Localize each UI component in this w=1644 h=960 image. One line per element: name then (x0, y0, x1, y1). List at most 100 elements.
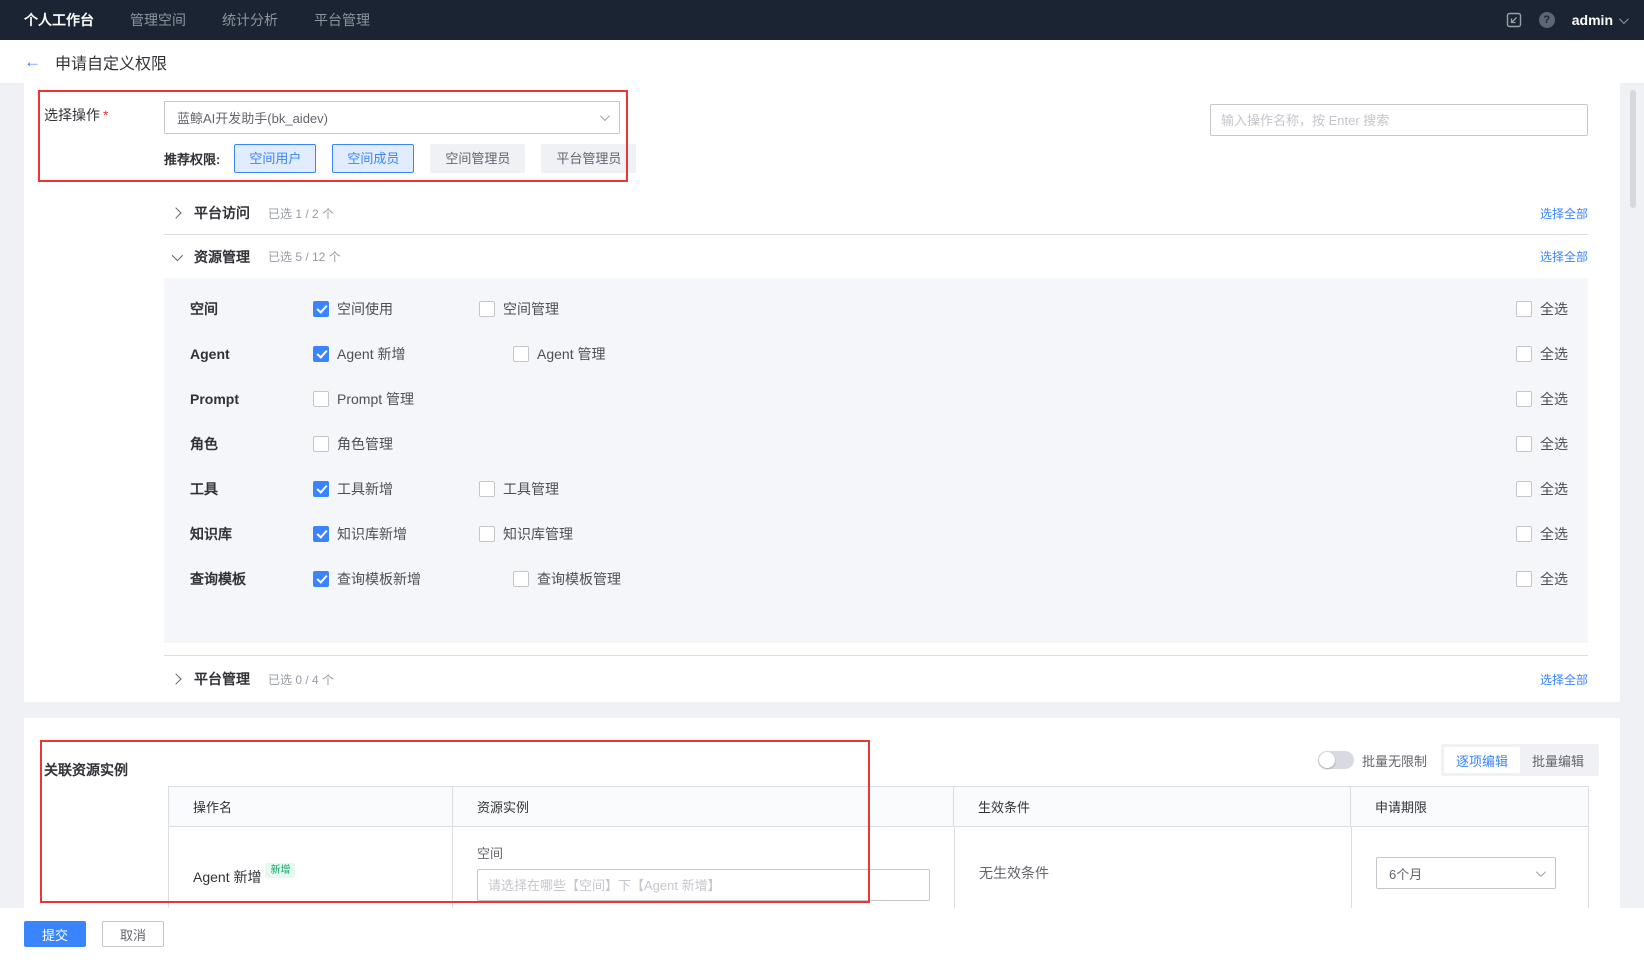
select-all-link[interactable]: 选择全部 (1540, 671, 1588, 688)
permission-row-label: 角色 (190, 435, 218, 452)
permission-option: 知识库管理 (479, 524, 645, 544)
action-search (1210, 104, 1588, 136)
select-all-link[interactable]: 选择全部 (1540, 205, 1588, 222)
resource-table-header: 操作名 资源实例 生效条件 申请期限 (169, 787, 1588, 827)
resource-section-title: 关联资源实例 (44, 762, 128, 778)
checkbox-icon[interactable] (479, 300, 495, 317)
checkbox-icon[interactable] (1516, 570, 1532, 587)
checkbox-checked-icon[interactable] (313, 570, 329, 587)
select-all-label: 全选 (1540, 480, 1568, 497)
workbench-icon[interactable] (1506, 12, 1522, 28)
checkbox-icon[interactable] (313, 435, 329, 452)
group-name: 平台管理 (194, 671, 250, 687)
checkbox-icon[interactable] (1516, 300, 1532, 317)
back-arrow-icon[interactable]: ← (24, 53, 41, 70)
checkbox-icon[interactable] (1516, 480, 1532, 497)
permission-option-label: Agent 管理 (537, 345, 606, 362)
row-select-all: 全选 (1516, 299, 1568, 319)
action-select-dropdown[interactable]: 蓝鲸AI开发助手(bk_aidev) (164, 101, 620, 134)
permission-option-label: 知识库新增 (337, 525, 407, 542)
checkbox-checked-icon[interactable] (313, 300, 329, 317)
toggle-knob (1319, 752, 1335, 768)
recommend-tag-空间用户[interactable]: 空间用户 (234, 144, 317, 173)
nav-item-个人工作台[interactable]: 个人工作台 (24, 10, 94, 30)
permission-option-label: Agent 新增 (337, 345, 406, 362)
group-row-平台管理[interactable]: 平台管理 已选 0 / 4 个 选择全部 (164, 655, 1588, 702)
checkbox-icon[interactable] (479, 480, 495, 497)
permission-option: Prompt 管理 (313, 389, 513, 409)
edit-mode-批量编辑[interactable]: 批量编辑 (1520, 747, 1596, 773)
recommend-tag-空间管理员[interactable]: 空间管理员 (430, 144, 526, 173)
permission-option-label: 知识库管理 (503, 525, 573, 542)
period-select-dropdown[interactable]: 6个月 (1376, 857, 1556, 889)
group-selected-count: 已选 1 / 2 个 (268, 206, 335, 221)
recommend-tag-空间成员[interactable]: 空间成员 (332, 144, 415, 173)
group-row-资源管理[interactable]: 资源管理 已选 5 / 12 个 选择全部 (164, 235, 1588, 278)
checkbox-checked-icon[interactable] (313, 525, 329, 542)
recommend-permissions-row: 推荐权限: 空间用户 空间成员 空间管理员 平台管理员 (164, 144, 652, 173)
permission-panel: 空间 空间使用 空间管理 全选 Agent Agent 新增 Agent 管理 全选 Promp… (164, 278, 1588, 643)
row-select-all: 全选 (1516, 569, 1568, 589)
action-select-value: 蓝鲸AI开发助手(bk_aidev) (177, 111, 328, 126)
batch-unlimited-toggle[interactable] (1318, 751, 1354, 769)
permission-row-label: 空间 (190, 300, 218, 317)
main-nav: 个人工作台 管理空间 统计分析 平台管理 (24, 10, 370, 30)
column-header-申请期限: 申请期限 (1375, 800, 1428, 815)
permission-row-label: 工具 (190, 480, 218, 497)
resource-instance-input[interactable] (477, 869, 930, 901)
checkbox-checked-icon[interactable] (313, 480, 329, 497)
row-select-all: 全选 (1516, 344, 1568, 364)
submit-button[interactable]: 提交 (24, 921, 86, 947)
table-controls: 批量无限制 逐项编辑 批量编辑 (1318, 744, 1600, 776)
checkbox-icon[interactable] (479, 525, 495, 542)
permission-option-label: 空间使用 (337, 300, 393, 317)
nav-item-管理空间[interactable]: 管理空间 (130, 10, 186, 30)
permission-option: Agent 新增 (313, 344, 513, 364)
nav-item-平台管理[interactable]: 平台管理 (314, 10, 370, 30)
table-row: Agent 新增新增 空间 无生效条件 6个月 (169, 827, 1588, 908)
checkbox-icon[interactable] (513, 570, 529, 587)
checkbox-icon[interactable] (1516, 345, 1532, 362)
checkbox-icon[interactable] (313, 390, 329, 407)
chevron-down-icon (1618, 13, 1629, 24)
recommend-tag-平台管理员[interactable]: 平台管理员 (541, 144, 637, 173)
group-selected-count: 已选 0 / 4 个 (268, 672, 335, 687)
cell-apply-period: 6个月 (1352, 827, 1591, 908)
permission-option: 空间管理 (479, 299, 645, 319)
username: admin (1571, 12, 1613, 28)
content-area: 选择操作* 蓝鲸AI开发助手(bk_aidev) 推荐权限: 空间用户空间成员空… (0, 83, 1644, 908)
recommend-label: 推荐权限: (164, 152, 221, 167)
permission-option: 查询模板新增 (313, 569, 513, 589)
group-row-平台访问[interactable]: 平台访问 已选 1 / 2 个 选择全部 (164, 192, 1588, 235)
action-search-input[interactable] (1210, 104, 1588, 136)
checkbox-icon[interactable] (1516, 525, 1532, 542)
select-all-label: 全选 (1540, 435, 1568, 452)
checkbox-icon[interactable] (1516, 390, 1532, 407)
footer-actions: 提交 取消 (0, 908, 1644, 960)
new-badge: 新增 (265, 863, 296, 878)
group-selected-count: 已选 5 / 12 个 (268, 250, 341, 264)
chevron-down-icon (1535, 866, 1546, 877)
column-header-操作名: 操作名 (169, 787, 453, 826)
permission-row-查询模板: 查询模板 查询模板新增 查询模板管理 全选 (164, 556, 1588, 601)
action-name: Agent 新增 (193, 869, 262, 885)
permission-row-label: Prompt (190, 390, 239, 407)
edit-mode-逐项编辑[interactable]: 逐项编辑 (1444, 747, 1521, 773)
checkbox-icon[interactable] (513, 345, 529, 362)
permission-groups: 平台访问 已选 1 / 2 个选择全部 资源管理 已选 5 / 12 个选择全部 空间空… (164, 192, 1588, 702)
checkbox-checked-icon[interactable] (313, 345, 329, 362)
permission-row-Agent: Agent Agent 新增 Agent 管理 全选 (164, 331, 1588, 376)
permission-option: 角色管理 (313, 434, 479, 454)
user-menu[interactable]: admin (1571, 12, 1629, 28)
row-select-all: 全选 (1516, 434, 1568, 454)
cancel-button[interactable]: 取消 (102, 921, 164, 947)
nav-item-统计分析[interactable]: 统计分析 (222, 10, 278, 30)
select-all-link[interactable]: 选择全部 (1540, 248, 1588, 265)
permission-option-label: 查询模板管理 (537, 570, 621, 587)
checkbox-icon[interactable] (1516, 435, 1532, 452)
column-header-资源实例: 资源实例 (453, 787, 954, 826)
top-navbar: 个人工作台 管理空间 统计分析 平台管理 ? admin (0, 0, 1644, 40)
permission-option: 知识库新增 (313, 524, 479, 544)
scrollbar-thumb[interactable] (1630, 90, 1636, 208)
help-icon[interactable]: ? (1538, 12, 1555, 28)
